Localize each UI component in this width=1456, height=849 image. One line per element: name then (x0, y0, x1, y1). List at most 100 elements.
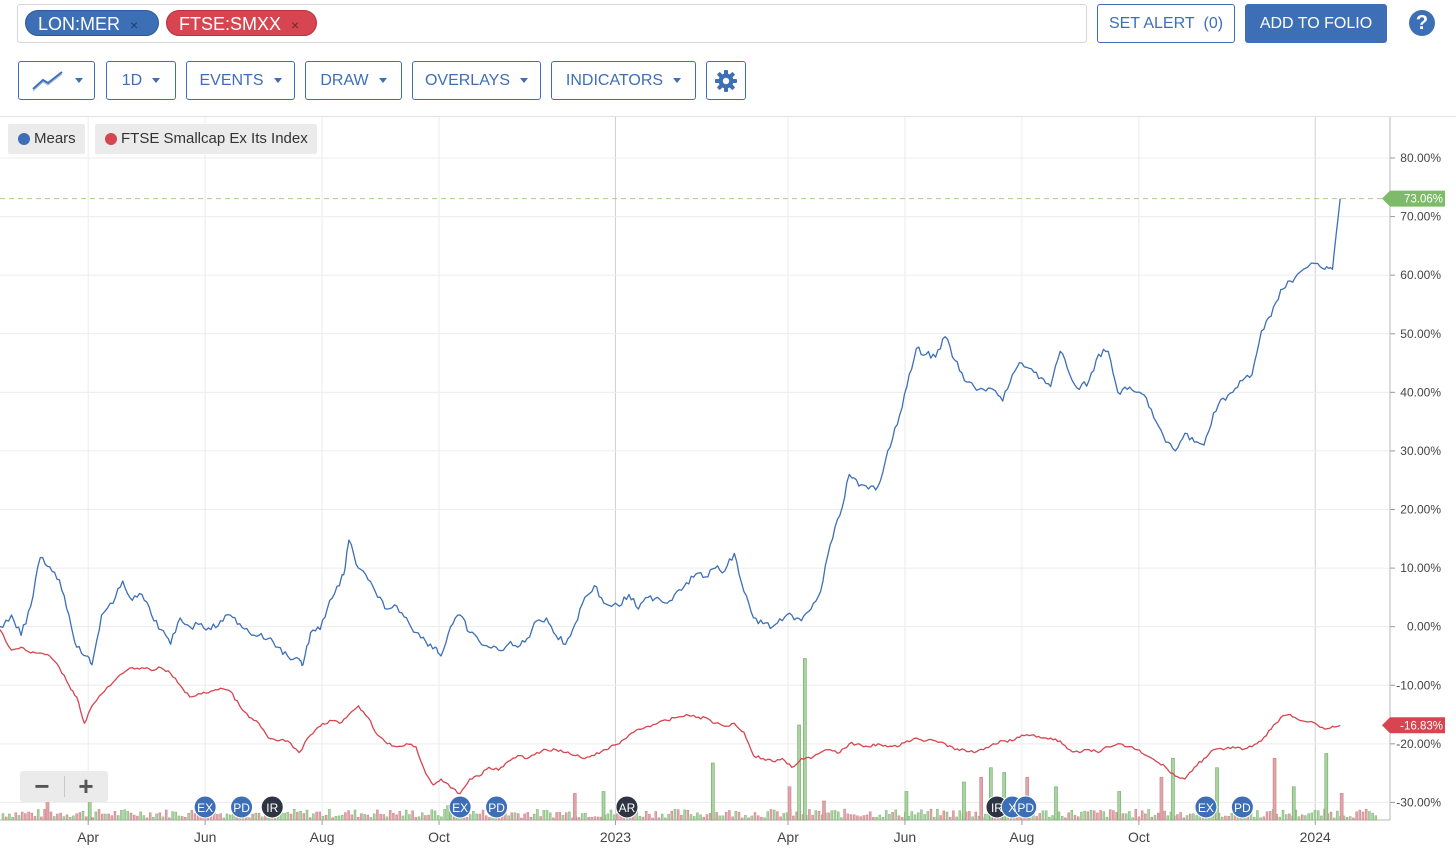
legend-item-mears[interactable]: Mears (8, 124, 85, 154)
volume-bar (827, 812, 830, 821)
volume-bar (555, 812, 558, 821)
volume-bar (664, 817, 667, 821)
event-marker-ex[interactable]: EX (193, 795, 217, 819)
volume-bar (104, 813, 107, 821)
volume-bar (881, 817, 885, 821)
volume-bar (948, 816, 952, 821)
y-tick-label: -20.00% (1396, 737, 1441, 751)
volume-bar (817, 810, 821, 821)
volume-bar (408, 814, 411, 821)
volume-bar (340, 815, 344, 821)
volume-bar (843, 808, 846, 821)
event-marker-pd[interactable]: PD (230, 795, 254, 819)
volume-bar (587, 816, 590, 821)
y-tick-label: 10.00% (1400, 561, 1441, 575)
volume-bar (942, 810, 946, 821)
volume-bar (939, 815, 942, 821)
volume-bar (856, 815, 859, 821)
volume-bar (1291, 786, 1296, 821)
volume-bar (193, 813, 197, 821)
volume-bar (1035, 816, 1038, 821)
volume-bar (1112, 810, 1115, 821)
volume-bar (926, 811, 930, 821)
volume-bar (657, 817, 661, 821)
volume-bar (558, 812, 562, 821)
volume-bar (424, 815, 427, 821)
volume-bar (1195, 815, 1198, 821)
volume-bar (641, 816, 645, 821)
volume-bar (430, 809, 434, 821)
volume-bar (1304, 815, 1307, 821)
x-tick-label: Jun (894, 829, 917, 845)
volume-bar (1371, 812, 1374, 821)
zoom-controls: − + (20, 771, 108, 802)
volume-bar (360, 813, 363, 821)
event-marker-pd[interactable]: PD (1230, 795, 1254, 819)
volume-bar (1288, 813, 1291, 821)
volume-bar (897, 815, 901, 821)
event-marker-ex[interactable]: EX (448, 795, 472, 819)
volume-bar (398, 811, 402, 821)
event-marker-pd[interactable]: PD (485, 795, 509, 819)
volume-bar (984, 813, 987, 821)
volume-bar (478, 813, 482, 821)
event-marker-label: PD (1017, 801, 1034, 815)
volume-bar (552, 817, 555, 821)
volume-bar (1099, 810, 1102, 821)
volume-bar (292, 808, 296, 821)
volume-bar (686, 809, 690, 821)
event-marker-ex[interactable]: EX (1194, 795, 1218, 819)
event-marker-pd[interactable]: PD (1014, 795, 1038, 819)
volume-bar (1083, 810, 1086, 821)
volume-bar (849, 814, 853, 821)
volume-bar (177, 815, 181, 821)
volume-bar (139, 811, 142, 821)
x-tick-label: 2024 (1300, 829, 1331, 845)
volume-bar (814, 810, 818, 821)
volume-bar (372, 813, 376, 821)
volume-bar (836, 811, 840, 821)
y-tick-label: 70.00% (1400, 210, 1441, 224)
volume-bar (1300, 814, 1304, 821)
zoom-out-button[interactable]: − (20, 771, 64, 802)
volume-bar (49, 811, 53, 821)
volume-bar (580, 813, 584, 821)
volume-bar (1265, 811, 1269, 821)
volume-bar (737, 811, 741, 821)
volume-bar (747, 817, 750, 821)
legend-swatch (18, 133, 30, 145)
y-tick-label: -30.00% (1396, 795, 1441, 809)
volume-bar (145, 817, 149, 821)
volume-bar (353, 809, 357, 821)
volume-bar (1038, 813, 1042, 821)
event-marker-label: IR (266, 801, 278, 815)
volume-bar (481, 809, 485, 821)
volume-bar (94, 811, 98, 821)
volume-bar (792, 815, 795, 821)
event-marker-ar[interactable]: AR (615, 795, 639, 819)
volume-bar (900, 817, 904, 821)
volume-bar (516, 813, 520, 821)
legend-item-ftse-smallcap[interactable]: FTSE Smallcap Ex Its Index (95, 124, 317, 154)
volume-bar (539, 816, 542, 821)
volume-bar (904, 791, 909, 821)
volume-bar (1044, 810, 1048, 821)
volume-bar (401, 815, 405, 821)
volume-bar (1092, 810, 1096, 821)
volume-bar (1281, 809, 1285, 821)
x-tick-label: Apr (777, 829, 799, 845)
volume-bar (852, 814, 856, 821)
volume-bar (123, 809, 126, 821)
volume-bar (1297, 816, 1301, 821)
zoom-in-button[interactable]: + (64, 771, 108, 802)
volume-bar (1339, 793, 1344, 821)
volume-bar (1252, 816, 1256, 821)
event-marker-ir[interactable]: IR (260, 795, 284, 819)
volume-bar (756, 815, 760, 821)
volume-bar (1224, 815, 1227, 821)
y-tick-label: 40.00% (1400, 385, 1441, 399)
volume-bar (840, 817, 843, 821)
event-marker-label: EX (452, 801, 468, 815)
volume-bar (1320, 815, 1323, 821)
volume-bar (97, 809, 101, 821)
